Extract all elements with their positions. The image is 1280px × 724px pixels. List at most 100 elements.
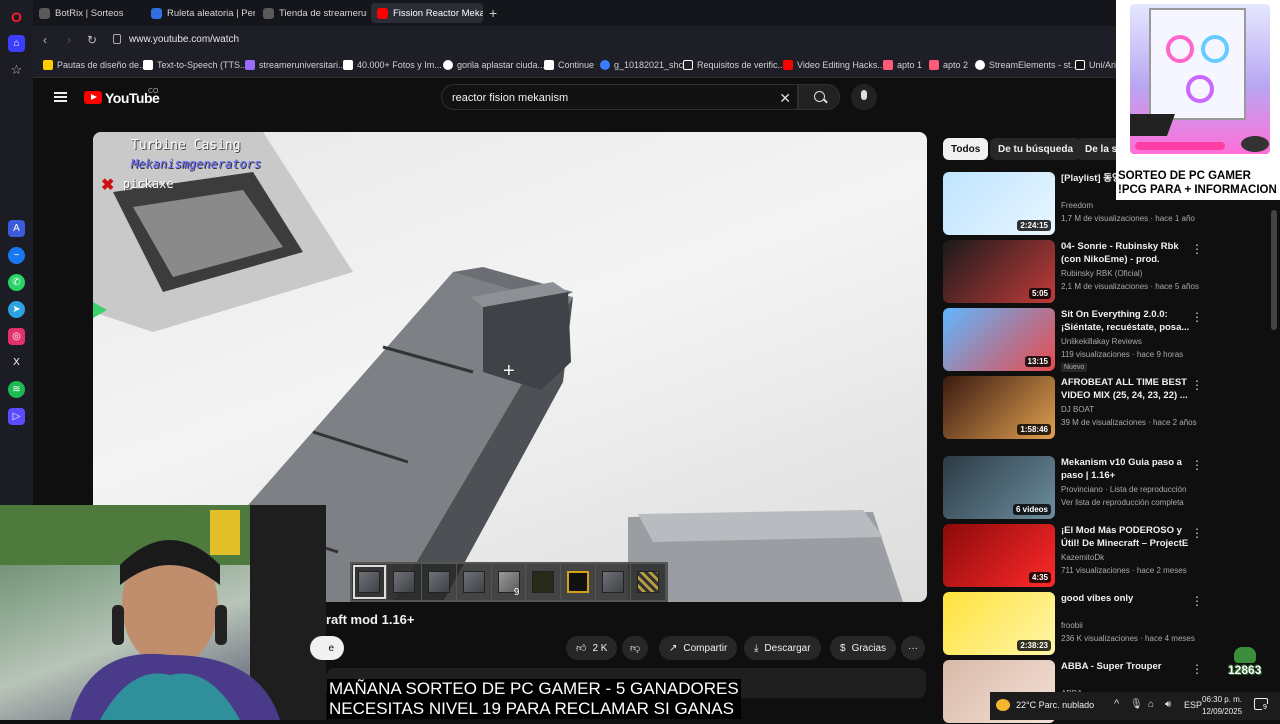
youtube-logo-icon[interactable] <box>84 91 102 104</box>
x-icon[interactable]: X <box>8 354 25 371</box>
player-icon[interactable]: ▷ <box>8 408 25 425</box>
url-field[interactable]: www.youtube.com/watch <box>129 34 239 45</box>
back-icon[interactable]: ‹ <box>43 33 47 47</box>
tray-chevron-icon[interactable]: ^ <box>1114 698 1119 710</box>
weather-icon[interactable] <box>996 699 1010 711</box>
bookmark-icon <box>43 60 53 70</box>
more-options-icon[interactable]: ⋮ <box>1191 242 1203 256</box>
bookmark-item[interactable]: Pautas de diseño de... <box>43 60 147 70</box>
recommendation-item[interactable]: 13:15 Sit On Everything 2.0.0: ¡Siéntate,… <box>943 308 1203 372</box>
like-button[interactable]: 👍︎ 2 K <box>566 636 618 660</box>
forward-icon[interactable]: › <box>67 33 71 47</box>
video-thumbnail[interactable]: 2:38:23 <box>943 592 1055 655</box>
lock-icon[interactable] <box>113 34 121 44</box>
bookmark-item[interactable]: Video Editing Hacks... <box>783 60 885 70</box>
reload-icon[interactable]: ↻ <box>87 33 97 47</box>
more-options-icon[interactable]: ⋮ <box>1191 594 1203 608</box>
opera-logo-icon[interactable]: O <box>8 8 25 25</box>
channel-name[interactable]: DJ BOAT <box>1061 405 1094 414</box>
bookmark-item[interactable]: gorila aplastar ciuda... <box>443 60 545 70</box>
search-button[interactable] <box>798 84 840 110</box>
recommendation-item[interactable]: 1:58:46 AFROBEAT ALL TIME BEST VIDEO MIX … <box>943 376 1203 440</box>
bookmark-item[interactable]: g_10182021_shcc <box>600 60 688 70</box>
video-thumbnail[interactable]: 13:15 <box>943 308 1055 371</box>
instagram-icon[interactable]: ◎ <box>8 328 25 345</box>
messenger-icon[interactable]: ~ <box>8 247 25 264</box>
channel-name[interactable]: Rubinsky RBK (Oficial) <box>1061 269 1142 278</box>
video-thumbnail[interactable]: 6 videos <box>943 456 1055 519</box>
more-options-icon[interactable]: ⋮ <box>1191 378 1203 392</box>
video-title[interactable]: Sit On Everything 2.0.0: ¡Siéntate, recu… <box>1061 308 1195 334</box>
clock-time[interactable]: 06:30 p. m. <box>1202 695 1242 704</box>
video-thumbnail[interactable]: 5:05 <box>943 240 1055 303</box>
recommendation-item[interactable]: 2:38:23 good vibes only froobii 236 K visua… <box>943 592 1203 656</box>
whatsapp-icon[interactable]: ✆ <box>8 274 25 291</box>
tab-ruleta[interactable]: Ruleta aleatoria | Personal <box>145 3 255 23</box>
language-indicator[interactable]: ESP <box>1184 700 1202 710</box>
video-thumbnail[interactable]: 2:24:15 <box>943 172 1055 235</box>
tab-tienda[interactable]: Tienda de streameruniver <box>257 3 367 23</box>
tab-botrix[interactable]: BotRix | Sorteos <box>33 3 143 23</box>
tab-fission-reactor[interactable]: Fission Reactor Mekan <box>371 3 483 23</box>
bookmark-item[interactable]: 40.000+ Fotos y Im... <box>343 60 442 70</box>
channel-name[interactable]: Unlikekillakay Reviews <box>1061 337 1142 346</box>
clear-search-icon[interactable]: ✕ <box>779 90 791 107</box>
video-title[interactable]: ¡El Mod Más PODEROSO y Útil! De Minecraf… <box>1061 524 1195 550</box>
weather-text[interactable]: 22°C Parc. nublado <box>1016 700 1094 710</box>
new-tab-button[interactable]: + <box>489 5 497 21</box>
telegram-icon[interactable]: ➤ <box>8 301 25 318</box>
bookmark-item[interactable]: apto 1 <box>883 60 922 70</box>
star-icon[interactable]: ☆ <box>8 61 25 78</box>
video-meta: 236 K visualizaciones · hace 4 meses <box>1061 634 1195 643</box>
video-title[interactable]: ABBA - Super Trouper <box>1061 660 1195 673</box>
bookmark-item[interactable]: StreamElements - st... <box>975 60 1078 70</box>
chip-todos[interactable]: Todos <box>943 138 989 160</box>
hamburger-menu-icon[interactable] <box>54 92 67 102</box>
bookmark-item[interactable]: Continue <box>544 60 594 70</box>
aria-icon[interactable]: A <box>8 220 25 237</box>
dislike-button[interactable]: 👎︎ <box>622 636 649 660</box>
recommendation-item[interactable]: 5:05 04- Sonrie - Rubinsky Rbk (con NikoE… <box>943 240 1203 304</box>
video-thumbnail[interactable]: 1:58:46 <box>943 376 1055 439</box>
tab-label: Fission Reactor Mekan <box>393 7 483 19</box>
clock-date[interactable]: 12/09/2025 <box>1202 707 1242 716</box>
more-options-icon[interactable]: ⋮ <box>1191 458 1203 472</box>
bookmark-item[interactable]: Uni/Ari <box>1075 60 1116 70</box>
search-input[interactable]: reactor fision mekanism ✕ <box>441 84 798 110</box>
thanks-button[interactable]: $ Gracias <box>830 636 897 660</box>
sidebar-scrollbar[interactable] <box>1271 210 1277 330</box>
bookmark-item[interactable]: Text-to-Speech (TTS... <box>143 60 248 70</box>
volume-icon[interactable]: 🔊︎ <box>1165 699 1171 710</box>
download-button[interactable]: ⤓ Descargar <box>744 636 821 660</box>
recommendation-item[interactable]: 4:35 ¡El Mod Más PODEROSO y Útil! De Mine… <box>943 524 1203 588</box>
video-title[interactable]: AFROBEAT ALL TIME BEST VIDEO MIX (25, 24… <box>1061 376 1195 402</box>
share-button[interactable]: ↗ Compartir <box>659 636 738 660</box>
network-icon[interactable]: ⌂ <box>1148 699 1154 710</box>
hotbar-slot <box>561 564 597 600</box>
more-options-icon[interactable]: ⋮ <box>1191 310 1203 324</box>
video-meta: 2,1 M de visualizaciones · hace 5 años <box>1061 282 1199 291</box>
recommendation-item[interactable]: 6 videos Mekanism v10 Guia paso a paso | … <box>943 456 1203 520</box>
more-options-icon[interactable]: ⋮ <box>1191 662 1203 676</box>
video-title[interactable]: 04- Sonrie - Rubinsky Rbk (con NikoEme) … <box>1061 240 1195 266</box>
video-title[interactable]: good vibes only <box>1061 592 1195 605</box>
spotify-icon[interactable]: ≋ <box>8 381 25 398</box>
voice-search-button[interactable] <box>851 84 877 110</box>
subscribe-button[interactable]: e <box>310 636 344 660</box>
bookmark-item[interactable]: apto 2 <box>929 60 968 70</box>
more-options-icon[interactable]: ⋮ <box>1191 526 1203 540</box>
video-title[interactable]: Mekanism v10 Guia paso a paso | 1.16+ <box>1061 456 1195 482</box>
video-meta: Ver lista de reproducción completa <box>1061 498 1184 507</box>
channel-name[interactable]: Provinciano · Lista de reproducción <box>1061 485 1186 494</box>
microphone-tray-icon[interactable]: 🎙︎ <box>1130 699 1143 710</box>
home-icon[interactable]: ⌂ <box>8 35 25 52</box>
channel-name[interactable]: KazemitoDk <box>1061 553 1104 562</box>
search-query[interactable]: reactor fision mekanism <box>452 92 568 104</box>
chip-de-tu-busqueda[interactable]: De tu búsqueda <box>990 138 1082 160</box>
channel-name[interactable]: Freedom <box>1061 201 1093 210</box>
more-actions-button[interactable]: ··· <box>901 636 925 660</box>
bookmark-item[interactable]: streameruniversitari... <box>245 60 346 70</box>
bookmark-item[interactable]: Requisitos de verific... <box>683 60 785 70</box>
channel-name[interactable]: froobii <box>1061 621 1083 630</box>
video-thumbnail[interactable]: 4:35 <box>943 524 1055 587</box>
